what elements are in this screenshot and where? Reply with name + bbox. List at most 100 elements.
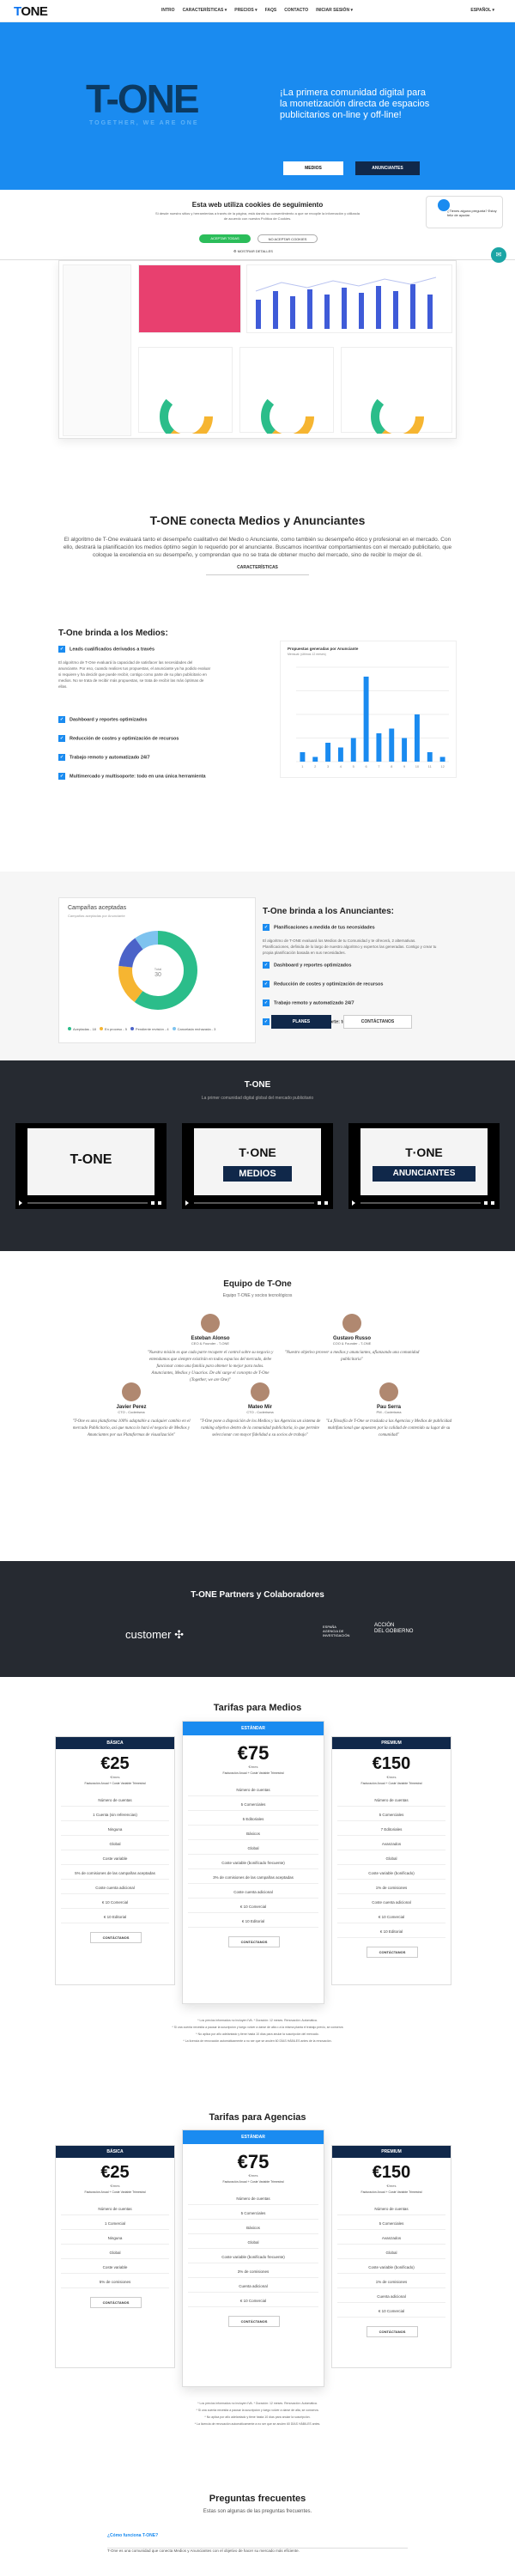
pricing-note: * No aplica por año adelantado y tiene h… xyxy=(196,2032,319,2036)
plan-feature: € 10 Editorial xyxy=(61,1911,169,1923)
feature-item: ✓ Dashboard y reportes optimizados xyxy=(263,962,351,969)
video-controls-1[interactable] xyxy=(19,1200,163,1206)
hero-medios-button[interactable]: MEDIOS xyxy=(283,161,343,175)
plan-contact-button[interactable]: CONTÁCTANOS xyxy=(367,2326,418,2337)
plan-feature: Ninguna xyxy=(61,2232,169,2245)
bar-8 xyxy=(389,728,395,762)
plan-feature: 5 Comerciales xyxy=(337,1808,445,1821)
anunciantes-contact-button[interactable]: CONTÁCTANOS xyxy=(343,1015,412,1029)
member-quote: "T-One pone a disposición de los Medios … xyxy=(199,1419,321,1437)
feature-label: Dashboard y reportes optimizados xyxy=(70,717,148,723)
legend-label: Aceptadas - 18 xyxy=(73,1027,96,1031)
check-icon: ✓ xyxy=(263,962,270,969)
plan-feature: Global xyxy=(337,2246,445,2259)
plan-price: €150 xyxy=(372,1754,411,1773)
team-title: Equipo de T-One xyxy=(223,1279,292,1289)
plan-feature: 1 Cuenta (sin referencias) xyxy=(61,1808,169,1821)
video-controls-3[interactable] xyxy=(352,1200,496,1206)
plan-feature: Coste cuenta adicional xyxy=(61,1881,169,1894)
plan-period: €/mes xyxy=(248,2173,258,2178)
cookie-details-label: MOSTRAR DETALLES xyxy=(237,249,273,253)
video-player-2[interactable]: T·ONE MEDIOS xyxy=(182,1123,333,1209)
nav-item-5[interactable]: INICIAR SESIÓN ▾ xyxy=(316,8,353,13)
cookie-text: Si desde nuestro sitios y herramientas a… xyxy=(155,211,360,221)
video-controls-2[interactable] xyxy=(185,1200,330,1206)
hero-anunciantes-button[interactable]: ANUNCIANTES xyxy=(355,161,420,175)
member-role: CTO - Coderisma xyxy=(246,1410,274,1414)
bar-4 xyxy=(337,747,343,762)
pricing-card-estándar: ESTÁNDAR €75 €/mes Facturación Anual + Cost… xyxy=(182,1721,324,2004)
anunciantes-title: T-One brinda a los Anunciantes: xyxy=(263,907,394,916)
pricing-card-básica: BÁSICA €25 €/mes Facturación Anual + Coste … xyxy=(55,2145,175,2368)
donut-title: Campañas aceptadas xyxy=(68,905,127,911)
plan-feature: € 10 Comercial xyxy=(188,1900,318,1913)
medios-first-feature: ✓ Leads cualificados derivados a través xyxy=(58,646,154,653)
nav-item-2[interactable]: PRECIOS ▾ xyxy=(234,8,257,13)
nav-item-0[interactable]: INTRO xyxy=(161,8,175,13)
legend-item: Aceptadas - 18 xyxy=(68,1027,96,1031)
video-player-3[interactable]: T·ONE ANUNCIANTES xyxy=(348,1123,500,1209)
nav-item-3[interactable]: FAQS xyxy=(265,8,277,13)
x-tick-label: 10 xyxy=(415,764,420,769)
plan-price: €75 xyxy=(237,2151,270,2172)
dashboard-mockup xyxy=(58,260,457,443)
x-tick-label: 4 xyxy=(340,764,342,769)
plan-feature: € 10 Editorial xyxy=(337,1925,445,1938)
plan-feature: € 10 Comercial xyxy=(188,2294,318,2307)
check-icon: ✓ xyxy=(263,981,270,987)
plan-name: PREMIUM xyxy=(332,2146,451,2158)
check-icon: ✓ xyxy=(263,924,270,931)
plan-feature: Número de cuentas xyxy=(61,2202,169,2215)
check-icon: ✓ xyxy=(58,646,65,653)
plan-feature: 7 Editoriales xyxy=(337,1823,445,1836)
plan-contact-button[interactable]: CONTÁCTANOS xyxy=(90,2297,142,2308)
team-member: Mateo Mir CTO - Coderisma "T-One pone a di… xyxy=(196,1405,324,1439)
hero-tagline: TOGETHER, WE ARE ONE xyxy=(89,120,199,126)
pricing-card-básica: BÁSICA €25 €/mes Facturación Anual + Coste … xyxy=(55,1736,175,1985)
member-quote: "Nuestro objetivo proveer a medios y anu… xyxy=(284,1351,420,1362)
member-role: CTO - Coderisma xyxy=(118,1410,145,1414)
team-member: Gustavo Russo COO & Founder - T-ONE "Nuest… xyxy=(283,1336,421,1364)
cookie-accept-button[interactable]: ACEPTAR TODAS xyxy=(199,234,251,243)
plan-feature: 5% de comisiones xyxy=(61,2275,169,2288)
team-member: Pau Serra PM - Coderisma "La filosofía de … xyxy=(324,1405,453,1439)
plan-sub: Facturación Anual + Coste Variable Trime… xyxy=(360,2190,422,2194)
cookie-details-link[interactable]: ⚙ MOSTRAR DETALLES xyxy=(233,249,273,253)
plan-feature: 3% de comisiones xyxy=(188,2265,318,2278)
plan-contact-button[interactable]: CONTÁCTANOS xyxy=(228,2316,280,2327)
nav-logo[interactable]: TONE xyxy=(14,4,48,19)
avatar xyxy=(122,1382,141,1401)
pricing-note: * Los precios informados no incluyen IVA… xyxy=(197,2402,318,2405)
feature-label: Trabajo remoto y automatizado 24/7 xyxy=(70,755,150,761)
plan-feature: 5 Comerciales xyxy=(188,2207,318,2220)
conecta-title: T-ONE conecta Medios y Anunciantes xyxy=(149,513,366,527)
feature-label: Trabajo remoto y automatizado 24/7 xyxy=(274,1000,354,1006)
check-icon: ✓ xyxy=(58,716,65,723)
language-select[interactable]: ESPAÑOL ▾ xyxy=(470,8,494,13)
chat-open-icon[interactable]: ✉ xyxy=(491,247,506,263)
dashboard-card-pink xyxy=(138,264,241,333)
faq-question-1[interactable]: ¿Cómo funciona T-ONE? xyxy=(107,2533,408,2549)
caracteristicas-button[interactable]: CARACTERÍSTICAS xyxy=(206,562,309,575)
plan-period: €/mes xyxy=(110,1775,120,1779)
video-screen-1: T-ONE xyxy=(27,1128,154,1195)
cookie-reject-button[interactable]: NO ACEPTAR COOKIES xyxy=(258,234,318,243)
plan-contact-button[interactable]: CONTÁCTANOS xyxy=(228,1936,280,1947)
chat-bubble[interactable]: ¿Tienes alguna pregunta? Estoy feliz de … xyxy=(426,196,503,228)
plan-price: €150 xyxy=(372,2163,411,2182)
bar-9 xyxy=(402,738,408,762)
feature-label: Reducción de costes y optimización de re… xyxy=(274,981,384,987)
conecta-body: El algoritmo de T-One evaluará tanto el … xyxy=(63,537,452,558)
hero-title: ¡La primera comunidad digital para la mo… xyxy=(280,88,430,120)
plan-contact-button[interactable]: CONTÁCTANOS xyxy=(90,1932,142,1943)
nav-item-4[interactable]: CONTACTO xyxy=(284,8,308,13)
anunciantes-first-feature: ✓ Planificaciones a medida de tus necesid… xyxy=(263,924,375,931)
video-player-1[interactable]: T-ONE xyxy=(15,1123,167,1209)
plan-contact-button[interactable]: CONTÁCTANOS xyxy=(367,1947,418,1958)
plan-feature: 1 Comercial xyxy=(61,2217,169,2230)
planes-button[interactable]: PLANES xyxy=(271,1015,331,1029)
pricing-card-premium: PREMIUM €150 €/mes Facturación Anual + Cost… xyxy=(331,1736,451,1985)
plan-feature: 5 Comerciales xyxy=(188,1798,318,1811)
nav-item-1[interactable]: CARACTERÍSTICAS ▾ xyxy=(183,8,227,13)
plan-feature: 3% de comisiones de las campañas aceptad… xyxy=(188,1871,318,1884)
